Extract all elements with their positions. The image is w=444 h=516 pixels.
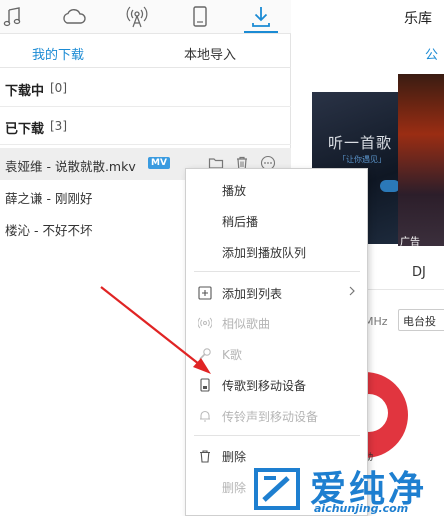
mobile-transfer-icon	[198, 378, 212, 392]
section-count: [3]	[50, 119, 67, 133]
song-name: 袁娅维 - 说散就散.mkv	[5, 159, 136, 174]
right-sub-tab[interactable]: 公	[425, 44, 438, 63]
tab-local-import[interactable]: 本地导入	[184, 44, 236, 63]
sub-tab-bar: 我的下载 本地导入	[0, 35, 291, 68]
ad-label: 广告	[400, 237, 420, 248]
section-downloading[interactable]: 下载中 [0]	[0, 69, 291, 107]
tab-dj[interactable]: DJ	[412, 265, 426, 280]
tab-my-downloads[interactable]: 我的下载	[32, 44, 84, 63]
menu-item-similar-songs: 相似歌曲	[222, 317, 271, 331]
menu-item-karaoke: K歌	[222, 348, 242, 362]
similar-radio-icon	[198, 316, 212, 330]
bell-icon	[198, 409, 212, 423]
section-title: 已下载	[5, 122, 45, 137]
watermark-url: aichunjing.com	[314, 502, 409, 515]
menu-item-ringtone-to-device: 传铃声到移动设备	[222, 410, 319, 424]
song-name: 薛之谦 - 刚刚好	[5, 191, 93, 206]
menu-item-play[interactable]: 播放	[222, 182, 246, 199]
section-downloaded[interactable]: 已下载 [3]	[0, 107, 291, 145]
radio-broadcast-icon[interactable]	[123, 4, 151, 30]
banner-toggle	[380, 180, 400, 192]
banner-title: 听一首歌	[328, 134, 393, 152]
active-tab-indicator	[244, 31, 278, 33]
station-select[interactable]: 电台投	[398, 309, 444, 331]
page-title: 乐库	[404, 11, 432, 27]
menu-separator	[194, 271, 360, 272]
ad-banner[interactable]	[398, 74, 444, 246]
watermark: 爱纯净 aichunjing.com	[250, 462, 444, 516]
trash-icon	[198, 449, 212, 463]
banner-subtitle: 「让你遇见」	[338, 155, 386, 164]
mv-badge: MV	[148, 157, 170, 169]
top-tab-bar	[0, 0, 291, 34]
music-note-icon[interactable]	[0, 4, 28, 30]
section-title: 下载中	[5, 84, 45, 99]
song-name: 楼沁 - 不好不坏	[5, 223, 93, 238]
menu-separator	[194, 435, 360, 436]
menu-item-add-to-list[interactable]: 添加到列表	[222, 285, 282, 302]
download-icon[interactable]	[247, 4, 275, 30]
watermark-logo-icon	[254, 468, 300, 510]
menu-item-delete[interactable]: 删除	[222, 448, 246, 465]
menu-item-add-to-queue[interactable]: 添加到播放队列	[222, 244, 306, 261]
menu-item-play-later[interactable]: 稍后播	[222, 213, 258, 230]
menu-item-transfer-to-device[interactable]: 传歌到移动设备	[222, 377, 306, 394]
submenu-chevron-icon	[348, 285, 356, 299]
cloud-icon[interactable]	[60, 4, 88, 30]
microphone-icon	[198, 347, 212, 361]
mobile-device-icon[interactable]	[186, 4, 214, 30]
plus-box-icon	[198, 286, 212, 300]
section-count: [0]	[50, 81, 67, 95]
